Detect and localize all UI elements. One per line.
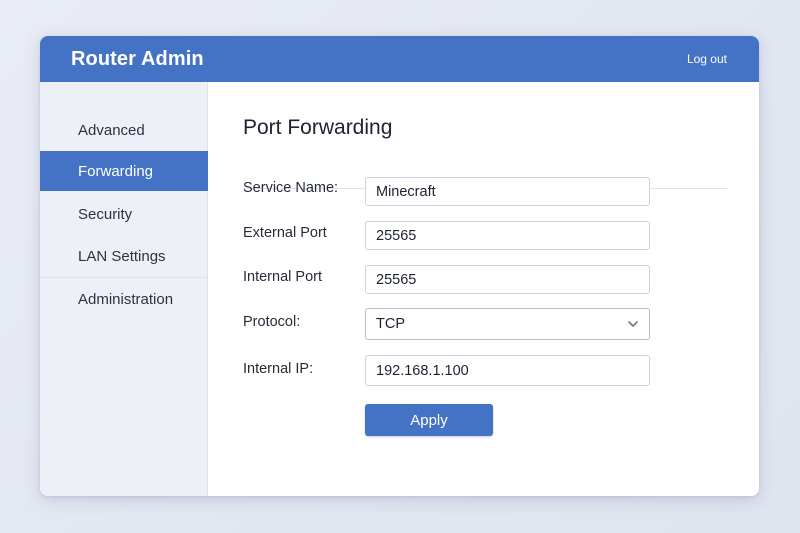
- external-port-label: External Port: [243, 225, 327, 241]
- sidebar-divider: [40, 277, 208, 278]
- service-name-field[interactable]: Minecraft: [365, 177, 650, 206]
- sidebar: Advanced Forwarding Security LAN Setting…: [40, 82, 208, 496]
- apply-button[interactable]: Apply: [365, 404, 493, 436]
- sidebar-item-forwarding[interactable]: Forwarding: [40, 151, 208, 191]
- app-title: Router Admin: [71, 47, 204, 70]
- service-name-label: Service Name:: [243, 180, 339, 196]
- page-title: Port Forwarding: [243, 116, 393, 139]
- top-bar: Router Admin Log out: [40, 36, 759, 82]
- protocol-selected-value: TCP: [376, 316, 405, 332]
- protocol-select[interactable]: TCP: [365, 308, 650, 340]
- sidebar-item-security[interactable]: Security: [40, 194, 208, 234]
- chevron-down-icon: [628, 321, 638, 327]
- internal-port-label: Internal Port: [243, 269, 322, 285]
- router-admin-window: Router Admin Log out Advanced Forwarding…: [40, 36, 759, 496]
- external-port-field[interactable]: 25565: [365, 221, 650, 250]
- internal-port-field[interactable]: 25565: [365, 265, 650, 294]
- protocol-label: Protocol:: [243, 314, 301, 330]
- sidebar-item-lan-settings[interactable]: LAN Settings: [40, 236, 208, 276]
- sidebar-item-administration[interactable]: Administration: [40, 279, 208, 319]
- main-panel: Port Forwarding Service Name: Minecraft …: [209, 82, 759, 496]
- internal-ip-label: Internal IP:: [243, 361, 314, 377]
- internal-ip-field[interactable]: 192.168.1.100: [365, 355, 650, 386]
- logout-link[interactable]: Log out: [687, 52, 727, 66]
- sidebar-item-advanced[interactable]: Advanced: [40, 110, 208, 150]
